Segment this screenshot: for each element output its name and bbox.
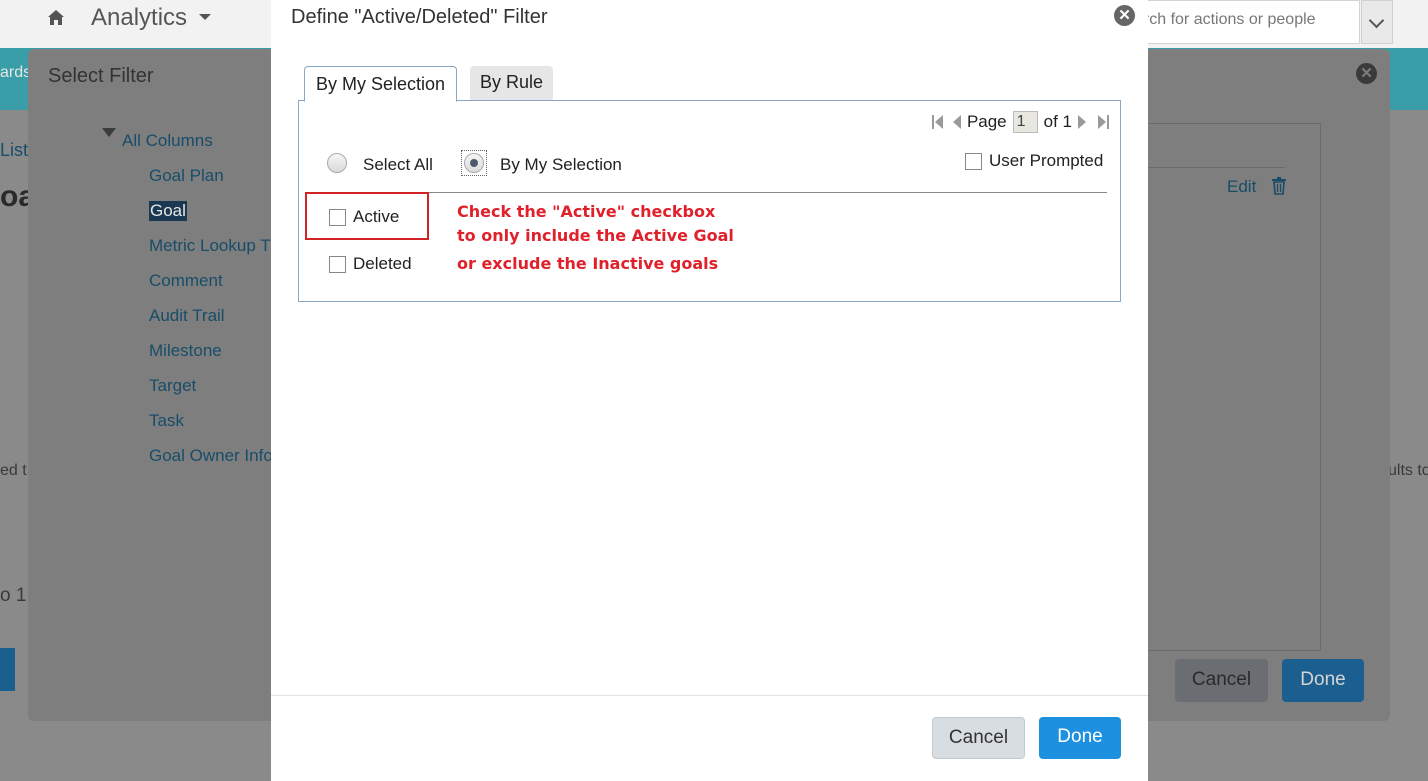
cancel-button[interactable]: Cancel: [1175, 659, 1268, 702]
page-number-input[interactable]: 1: [1012, 111, 1038, 133]
user-prompted-label: User Prompted: [989, 151, 1104, 170]
list-fragment: List: [0, 140, 29, 160]
tree-item-selected[interactable]: Goal: [149, 201, 187, 221]
page-label: Page: [966, 112, 1007, 131]
search-input[interactable]: arch for actions or people: [1130, 0, 1360, 44]
dialog-title: Select Filter: [48, 65, 154, 87]
tree-item[interactable]: Goal Owner Info: [149, 446, 273, 466]
page-count-label: of 1: [1043, 112, 1072, 131]
close-icon[interactable]: ✕: [1114, 5, 1135, 26]
user-prompted-checkbox[interactable]: [965, 153, 982, 170]
define-filter-dialog: Define "Active/Deleted" Filter ✕ By My S…: [271, 0, 1148, 781]
annotation-callout: or exclude the Inactive goals: [457, 254, 719, 273]
filter-list-panel: [1147, 123, 1321, 651]
edit-link[interactable]: Edit: [1227, 177, 1256, 197]
tab-by-my-selection[interactable]: By My Selection: [304, 66, 457, 102]
search-dropdown-button[interactable]: [1361, 0, 1393, 44]
deleted-label: Deleted: [353, 254, 412, 273]
by-my-selection-label: By My Selection: [500, 155, 622, 174]
tree-root[interactable]: All Columns: [122, 131, 213, 151]
tree-item[interactable]: Comment: [149, 271, 223, 291]
tree-item[interactable]: Milestone: [149, 341, 222, 361]
active-checkbox[interactable]: [329, 209, 346, 226]
tab-by-rule[interactable]: By Rule: [470, 66, 553, 100]
by-my-selection-radio[interactable]: [464, 153, 484, 173]
annotation-callout: to only include the Active Goal: [457, 226, 734, 245]
close-icon[interactable]: ✕: [1356, 63, 1377, 84]
active-label: Active: [353, 207, 400, 226]
app-title[interactable]: Analytics: [91, 4, 187, 32]
caret-down-icon[interactable]: [102, 128, 116, 137]
background-button: [0, 648, 15, 691]
chevron-down-icon[interactable]: [199, 14, 211, 20]
done-button[interactable]: Done: [1039, 717, 1121, 759]
tree-item[interactable]: Task: [149, 411, 184, 431]
dialog-title: Define "Active/Deleted" Filter: [291, 6, 548, 28]
previous-page-icon[interactable]: [952, 115, 961, 129]
next-page-icon[interactable]: [1078, 115, 1086, 129]
text-fragment: ults to: [1388, 462, 1428, 479]
home-icon[interactable]: [46, 8, 66, 28]
deleted-checkbox[interactable]: [329, 256, 346, 273]
tree-item[interactable]: Target: [149, 376, 196, 396]
tree-item[interactable]: Goal Plan: [149, 166, 224, 186]
annotation-callout: Check the "Active" checkbox: [457, 202, 716, 221]
tree-item[interactable]: Audit Trail: [149, 306, 225, 326]
select-all-radio[interactable]: [327, 153, 347, 173]
first-page-icon[interactable]: [931, 115, 943, 129]
select-all-label: Select All: [363, 155, 433, 174]
text-fragment: o 1: [0, 585, 27, 606]
pager: Page 1 of 1: [929, 111, 1109, 133]
text-fragment: ed t: [0, 462, 27, 479]
selection-panel: Page 1 of 1 Select All By My Selection U…: [298, 100, 1121, 302]
done-button[interactable]: Done: [1282, 659, 1364, 702]
divider: [1147, 167, 1285, 168]
last-page-icon[interactable]: [1098, 115, 1109, 129]
footer-divider: [271, 695, 1148, 696]
tree-item[interactable]: Metric Lookup T: [149, 236, 271, 256]
cancel-button[interactable]: Cancel: [932, 717, 1025, 759]
nav-fragment: ards: [0, 64, 32, 81]
trash-icon[interactable]: [1271, 177, 1287, 195]
